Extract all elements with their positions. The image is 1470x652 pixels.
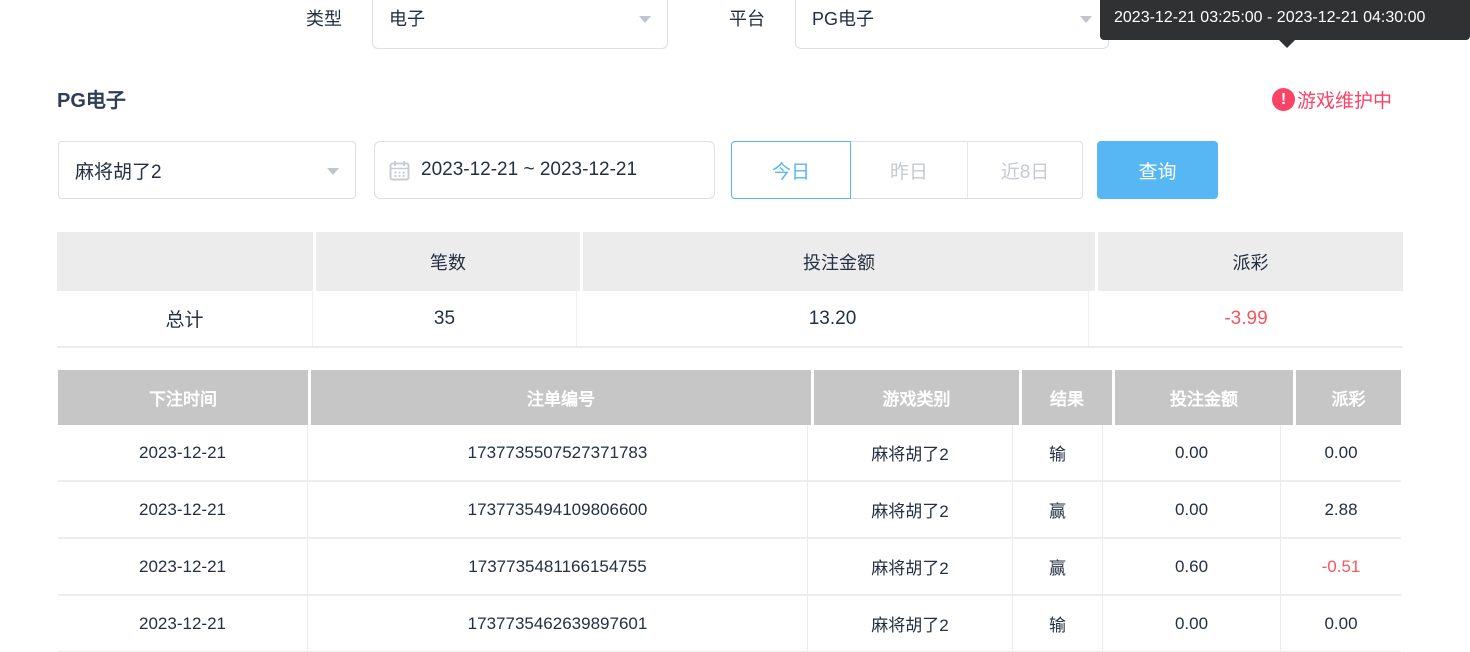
date-range-picker[interactable]: 2023-12-21 ~ 2023-12-21 <box>374 141 715 199</box>
last-8-days-button[interactable]: 近8日 <box>967 141 1083 199</box>
summary-total-bet-amount: 13.20 <box>577 291 1089 346</box>
page-title: PG电子 <box>57 90 126 112</box>
cell-result: 赢 <box>1013 539 1103 594</box>
cell-payout: -0.51 <box>1321 556 1361 576</box>
type-label: 类型 <box>306 9 342 29</box>
exclamation-icon: ! <box>1271 88 1295 111</box>
maintenance-badge-label: 游戏维护中 <box>1296 91 1392 112</box>
table-row: 2023-12-21 1737735494109806600 麻将胡了2 赢 0… <box>58 482 1401 539</box>
header-game-category: 游戏类别 <box>814 370 1019 425</box>
cell-order-number: 1737735507527371783 <box>308 425 808 480</box>
bets-table: 下注时间 注单编号 游戏类别 结果 投注金额 派彩 2023-12-21 173… <box>58 370 1401 652</box>
calendar-icon <box>389 160 410 180</box>
platform-label: 平台 <box>729 9 765 29</box>
betting-records-page: 类型 电子 平台 PG电子 2023-12-21 03:25:00 - 2023… <box>0 0 1470 652</box>
game-select[interactable]: 麻将胡了2 <box>58 141 356 199</box>
bets-table-header-row: 下注时间 注单编号 游戏类别 结果 投注金额 派彩 <box>58 370 1401 425</box>
summary-header-bet-amount: 投注金额 <box>583 232 1095 291</box>
header-bet-amount: 投注金额 <box>1115 370 1293 425</box>
table-row: 2023-12-21 1737735462639897601 麻将胡了2 输 0… <box>58 596 1401 652</box>
chevron-down-icon <box>639 16 651 23</box>
search-button[interactable]: 查询 <box>1097 141 1218 199</box>
filter-row: 麻将胡了2 2023-12-21 ~ 2023-12-21 今日 昨日 近8日 … <box>0 141 1470 199</box>
table-row: 2023-12-21 1737735507527371783 麻将胡了2 输 0… <box>58 425 1401 482</box>
platform-select-value: PG电子 <box>812 9 875 29</box>
summary-total-row: 总计 35 13.20 -3.99 <box>57 291 1403 348</box>
cell-result: 输 <box>1013 425 1103 480</box>
cell-result: 赢 <box>1013 482 1103 537</box>
cell-bet-amount: 0.00 <box>1103 425 1281 480</box>
chevron-down-icon <box>327 168 339 175</box>
cell-order-number: 1737735462639897601 <box>308 596 808 651</box>
cell-bet-time: 2023-12-21 <box>58 482 308 537</box>
cell-order-number: 1737735481166154755 <box>308 539 808 594</box>
summary-total-label: 总计 <box>57 291 313 346</box>
cell-payout: 0.00 <box>1324 442 1358 462</box>
today-button[interactable]: 今日 <box>731 141 851 199</box>
cell-bet-time: 2023-12-21 <box>58 425 308 480</box>
cell-bet-amount: 0.00 <box>1103 596 1281 651</box>
type-select[interactable]: 电子 <box>372 0 668 49</box>
chevron-down-icon <box>1080 16 1092 23</box>
cell-game-category: 麻将胡了2 <box>808 596 1013 651</box>
cell-game-category: 麻将胡了2 <box>808 425 1013 480</box>
maintenance-badge: ! 游戏维护中 <box>1271 86 1392 113</box>
summary-header-empty <box>57 232 313 291</box>
summary-header-count: 笔数 <box>316 232 580 291</box>
cell-game-category: 麻将胡了2 <box>808 539 1013 594</box>
yesterday-button[interactable]: 昨日 <box>851 141 967 199</box>
game-select-value: 麻将胡了2 <box>75 161 162 183</box>
summary-total-payout: -3.99 <box>1224 307 1268 329</box>
cell-bet-amount: 0.60 <box>1103 539 1281 594</box>
cell-bet-time: 2023-12-21 <box>58 596 308 651</box>
cell-order-number: 1737735494109806600 <box>308 482 808 537</box>
summary-header-row: 笔数 投注金额 派彩 <box>57 232 1403 291</box>
tooltip-arrow-icon <box>1278 39 1296 48</box>
tooltip-text: 2023-12-21 03:25:00 - 2023-12-21 04:30:0… <box>1114 9 1426 26</box>
table-row: 2023-12-21 1737735481166154755 麻将胡了2 赢 0… <box>58 539 1401 596</box>
summary-header-payout: 派彩 <box>1098 232 1403 291</box>
type-select-value: 电子 <box>389 9 425 29</box>
cell-payout: 2.88 <box>1324 499 1358 519</box>
header-order-number: 注单编号 <box>311 370 811 425</box>
cell-bet-amount: 0.00 <box>1103 482 1281 537</box>
summary-total-count: 35 <box>313 291 577 346</box>
date-range-value: 2023-12-21 ~ 2023-12-21 <box>421 159 638 180</box>
header-bet-time: 下注时间 <box>58 370 308 425</box>
header-result: 结果 <box>1022 370 1112 425</box>
quick-date-button-group: 今日 昨日 近8日 <box>731 141 1083 199</box>
cell-result: 输 <box>1013 596 1103 651</box>
cell-bet-time: 2023-12-21 <box>58 539 308 594</box>
cell-payout: 0.00 <box>1324 613 1358 633</box>
platform-select[interactable]: PG电子 <box>795 0 1109 49</box>
header-payout: 派彩 <box>1296 370 1401 425</box>
cell-game-category: 麻将胡了2 <box>808 482 1013 537</box>
maintenance-time-tooltip: 2023-12-21 03:25:00 - 2023-12-21 04:30:0… <box>1100 0 1470 48</box>
summary-table: 笔数 投注金额 派彩 总计 35 13.20 -3.99 <box>57 232 1403 348</box>
